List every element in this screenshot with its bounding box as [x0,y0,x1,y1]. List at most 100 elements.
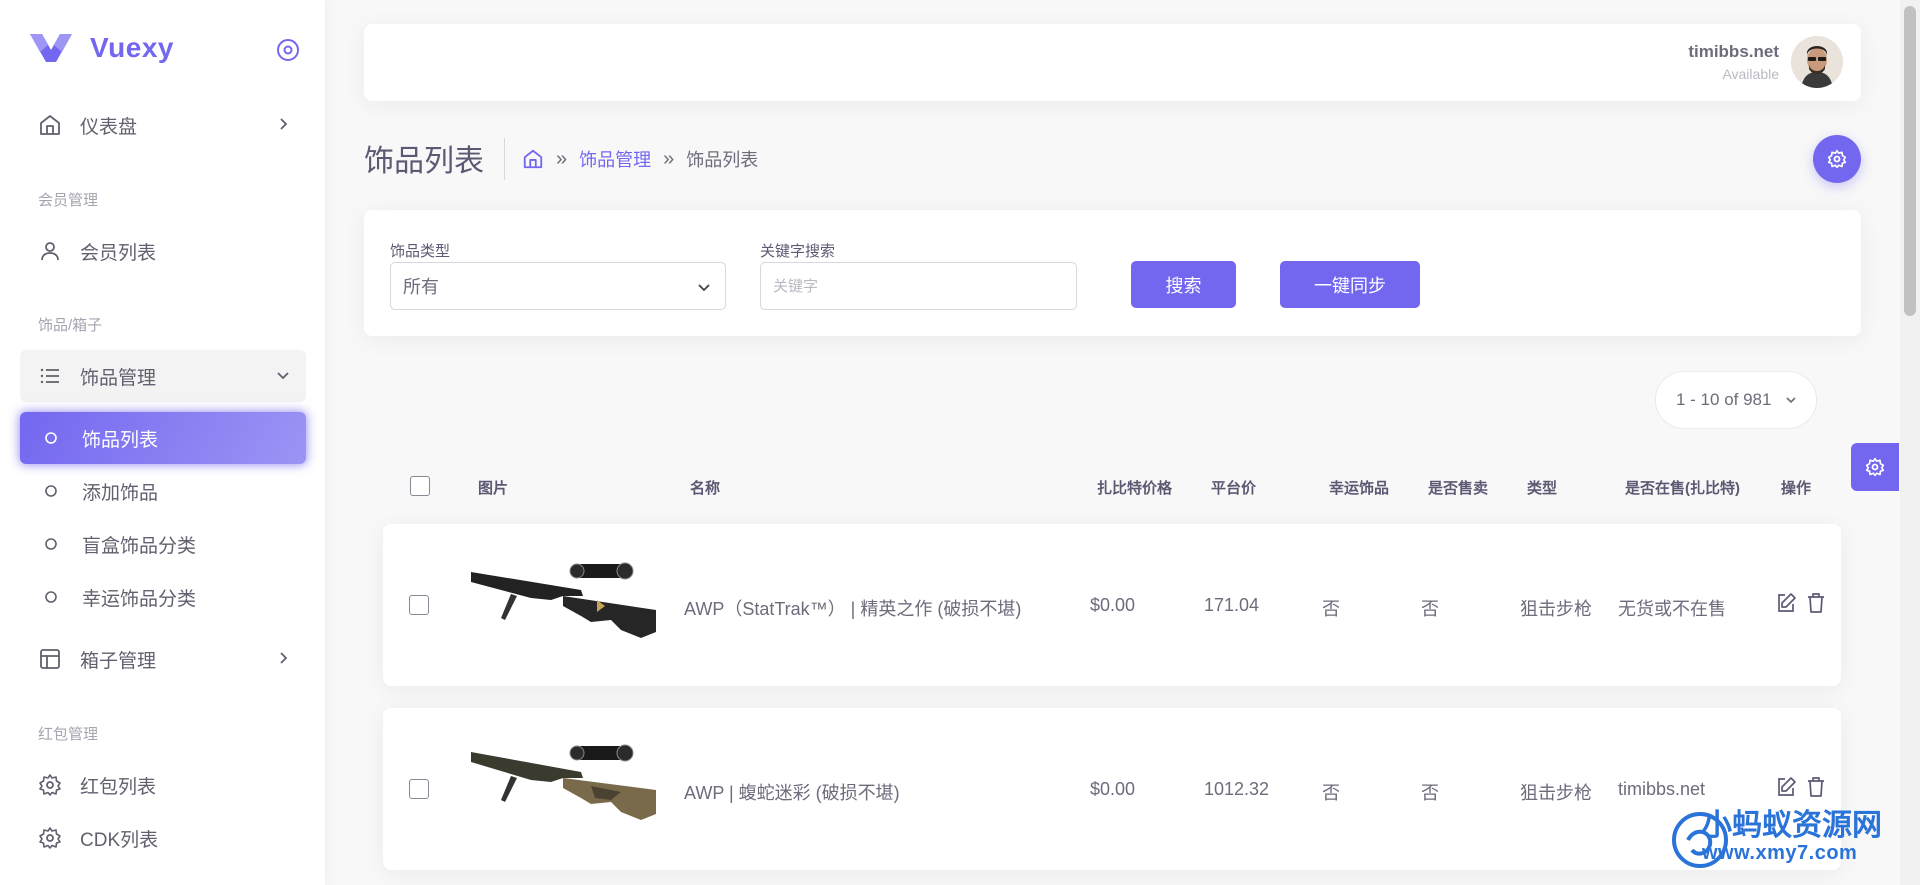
sidebar-item-label: 红包列表 [80,776,157,798]
col-header-on-sale: 是否售卖 [1428,480,1489,497]
nav-header-items: 饰品/箱子 [38,317,103,334]
sidebar-item-dashboard[interactable]: 仪表盘 [20,99,306,151]
trash-icon[interactable] [1805,592,1827,614]
table-row: AWP（StatTrak™） | 精英之作 (破损不堪) $0.00 171.0… [383,524,1841,686]
avatar-image [1791,36,1843,88]
sidebar-item-item-list[interactable]: 饰品列表 [20,412,306,464]
sidebar: Vuexy 仪表盘 会员管理 会员列表 饰品/箱子 饰品管理 饰品列表 添加饰品… [0,0,325,885]
type-select-value: 所有 [403,277,439,297]
avatar[interactable] [1791,36,1843,88]
sidebar-item-label: 幸运饰品分类 [82,588,197,610]
item-name: AWP | 蝮蛇迷彩 (破损不堪) [684,783,900,803]
sidebar-item-label: 箱子管理 [80,650,157,672]
sidebar-item-label: 饰品管理 [80,367,157,389]
col-header-type: 类型 [1527,480,1558,497]
keyword-label: 关键字搜索 [760,243,836,260]
circle-icon [44,431,58,445]
sidebar-toggle-icon[interactable] [276,38,300,62]
item-zbt-status: 无货或不在售 [1618,599,1726,619]
item-image [471,562,656,638]
brand[interactable]: Vuexy [28,30,174,66]
sidebar-item-blindbox-category[interactable]: 盲盒饰品分类 [20,518,306,570]
chevron-down-icon [277,372,289,380]
customizer-toggle[interactable] [1851,443,1899,491]
breadcrumb-separator: » [663,147,675,170]
item-zbt-price: $0.00 [1090,595,1136,615]
home-icon[interactable] [522,148,544,170]
pagination-text: 1 - 10 of 981 [1676,390,1772,409]
layout-icon [38,647,62,671]
sync-button[interactable]: 一键同步 [1280,261,1420,308]
circle-icon [44,484,58,498]
nav-header-redpacket: 红包管理 [38,726,99,743]
nav-header-member: 会员管理 [38,192,99,209]
brand-name: Vuexy [90,32,174,63]
item-zbt-price: $0.00 [1090,779,1136,799]
item-image [471,744,656,820]
type-select[interactable]: 所有 [390,262,726,310]
col-header-zbt-status: 是否在售(扎比特) [1625,480,1740,497]
sidebar-item-label: CDK列表 [80,829,159,851]
sidebar-item-redpacket-list[interactable]: 红包列表 [20,759,306,811]
edit-icon[interactable] [1775,592,1797,614]
col-header-actions: 操作 [1781,480,1812,497]
item-lucky: 否 [1322,783,1340,803]
sidebar-item-member-list[interactable]: 会员列表 [20,225,306,277]
row-checkbox[interactable] [409,779,429,799]
sidebar-item-label: 会员列表 [80,242,157,264]
list-icon [38,364,62,388]
page-scrollbar[interactable] [1900,0,1920,885]
pagination-dropdown[interactable]: 1 - 10 of 981 [1655,371,1817,429]
sidebar-item-box-manage[interactable]: 箱子管理 [20,633,306,685]
type-label: 饰品类型 [390,243,451,260]
sidebar-item-add-item[interactable]: 添加饰品 [20,465,306,517]
sidebar-item-label: 添加饰品 [82,482,159,504]
table-row: AWP | 蝮蛇迷彩 (破损不堪) $0.00 1012.32 否 否 狙击步枪… [383,708,1841,870]
chevron-right-icon [280,652,288,664]
watermark-title: 小蚂蚁资源网 [1702,809,1882,842]
item-platform-price: 171.04 [1204,595,1260,615]
breadcrumb: » 饰品管理 » 饰品列表 [522,146,758,172]
gear-icon [1865,457,1885,477]
keyword-input[interactable] [760,262,1077,310]
sidebar-item-lucky-category[interactable]: 幸运饰品分类 [20,571,306,623]
col-header-lucky: 幸运饰品 [1329,480,1390,497]
col-header-zbt-price: 扎比特价格 [1097,480,1173,497]
user-status: Available [1722,66,1779,82]
sidebar-item-label: 饰品列表 [82,429,159,451]
search-button[interactable]: 搜索 [1131,261,1236,308]
item-type: 狙击步枪 [1520,599,1592,619]
sidebar-item-cdk-list[interactable]: CDK列表 [20,812,306,864]
page-title: 饰品列表 [364,145,484,178]
top-navbar: timibbs.net Available [364,24,1861,101]
scrollbar-thumb[interactable] [1904,6,1916,316]
select-all-checkbox[interactable] [410,476,430,496]
gear-icon [1827,149,1847,169]
breadcrumb-link-item-manage[interactable]: 饰品管理 [579,146,651,172]
breadcrumb-separator: » [556,147,568,170]
chevron-right-icon [280,118,288,130]
home-icon [38,113,62,137]
col-header-platform-price: 平台价 [1211,480,1257,497]
sidebar-item-label: 仪表盘 [80,116,138,138]
item-platform-price: 1012.32 [1204,779,1270,799]
row-checkbox[interactable] [409,595,429,615]
chevron-down-icon [698,284,710,292]
item-on-sale: 否 [1421,599,1439,619]
item-name: AWP（StatTrak™） | 精英之作 (破损不堪) [684,599,1022,619]
user-icon [38,239,62,263]
title-divider [504,138,505,180]
brand-logo-icon [30,34,72,62]
settings-button[interactable] [1813,135,1861,183]
col-header-image: 图片 [478,480,509,497]
sidebar-item-label: 盲盒饰品分类 [82,535,197,557]
sidebar-item-item-manage[interactable]: 饰品管理 [20,350,306,402]
gear-icon [38,826,62,850]
item-lucky: 否 [1322,599,1340,619]
item-type: 狙击步枪 [1520,783,1592,803]
gear-icon [38,773,62,797]
col-header-name: 名称 [690,480,721,497]
filter-card: 饰品类型 所有 关键字搜索 搜索 一键同步 [364,210,1861,336]
chevron-down-icon [1786,397,1796,404]
user-name[interactable]: timibbs.net [1688,42,1779,62]
